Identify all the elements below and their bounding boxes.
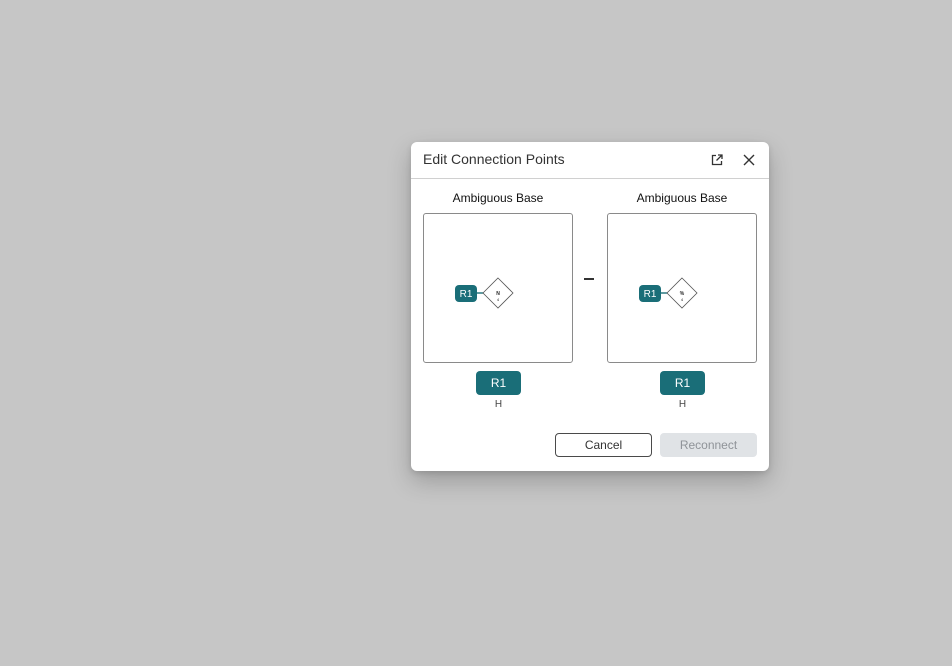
reconnect-button[interactable]: Reconnect (660, 433, 757, 457)
close-icon[interactable] (741, 152, 757, 168)
dialog-header: Edit Connection Points (411, 142, 769, 179)
right-monomer-preview: R1 % 4 (607, 213, 757, 363)
left-monomer-preview: R1 N 4 (423, 213, 573, 363)
bond-separator (584, 278, 594, 280)
edit-connection-points-dialog: Edit Connection Points Ambiguous Base R1… (411, 142, 769, 471)
left-r1-button[interactable]: R1 (476, 371, 521, 395)
cancel-button[interactable]: Cancel (555, 433, 652, 457)
open-in-new-window-icon[interactable] (709, 152, 725, 168)
dialog-title: Edit Connection Points (423, 151, 565, 167)
right-leaving-group: H (678, 399, 687, 410)
left-leaving-group: H (494, 399, 503, 410)
left-monomer-label: Ambiguous Base (452, 191, 544, 205)
attachment-badge-label: R1 (460, 289, 473, 300)
right-monomer-label: Ambiguous Base (636, 191, 728, 205)
attachment-badge-label: R1 (644, 289, 657, 300)
right-r1-button[interactable]: R1 (660, 371, 705, 395)
